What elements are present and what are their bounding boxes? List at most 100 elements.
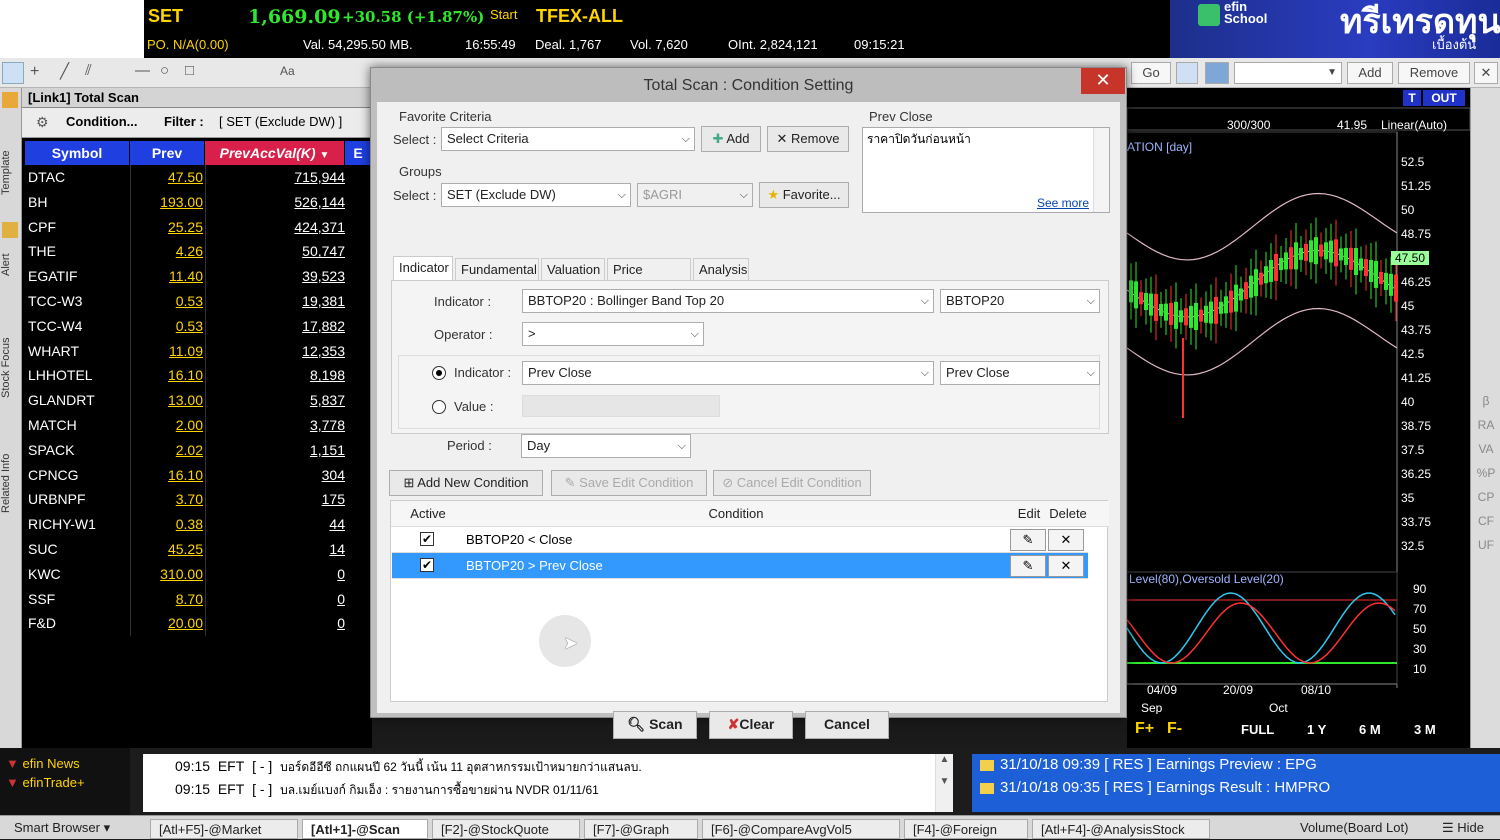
horizontal-line-tool-icon[interactable]: — — [135, 62, 150, 79]
row-prev[interactable]: 11.40 — [133, 264, 203, 288]
scan-result-row[interactable]: KWC 310.00 0 — [25, 561, 372, 587]
row-prev[interactable]: 45.25 — [133, 537, 203, 561]
folder-icon[interactable] — [2, 92, 18, 108]
row-prev[interactable]: 0.53 — [133, 314, 203, 338]
add-symbol-button[interactable]: Add — [1347, 62, 1393, 84]
condition-active-checkbox[interactable]: ✔ — [420, 558, 434, 572]
row-prev-acc-val[interactable]: 0 — [205, 587, 345, 611]
scan-result-row[interactable]: CPNCG 16.10 304 — [25, 462, 372, 488]
row-prev[interactable]: 0.53 — [133, 289, 203, 313]
row-prev-acc-val[interactable]: 3,778 — [205, 413, 345, 437]
status-tab[interactable]: [F7]-@Graph — [584, 819, 698, 839]
row-symbol[interactable]: BH — [28, 190, 47, 214]
period-select[interactable]: Day ⌵ — [521, 434, 691, 458]
symbol-combo[interactable]: ▼ — [1234, 62, 1342, 84]
row-symbol[interactable]: RICHY-W1 — [28, 512, 96, 536]
status-tab[interactable]: [Atl+1]-@Scan — [302, 819, 428, 839]
favorite-button[interactable]: ★ Favorite... — [759, 182, 849, 208]
chart-tool-icon[interactable]: %P — [1475, 466, 1497, 480]
row-prev[interactable]: 16.10 — [133, 363, 203, 387]
delete-x-icon[interactable]: ✕ — [1048, 555, 1084, 577]
news-source-efin[interactable]: ▼ efin News — [6, 756, 80, 771]
column-header-more[interactable]: E — [345, 141, 372, 165]
row-prev[interactable]: 13.00 — [133, 388, 203, 412]
status-tab[interactable]: [F6]-@CompareAvgVol5 — [702, 819, 900, 839]
indicator2-select[interactable]: Prev Close ⌵ — [522, 361, 934, 385]
edit-pencil-icon[interactable]: ✎ — [1010, 555, 1046, 577]
row-prev[interactable]: 4.26 — [133, 239, 203, 263]
column-header-prev[interactable]: Prev — [130, 141, 205, 165]
chart-tool-icon[interactable]: UF — [1475, 538, 1497, 552]
row-prev-acc-val[interactable]: 1,151 — [205, 438, 345, 462]
close-icon[interactable]: ✕ — [1474, 62, 1498, 84]
volume-board-lot-label[interactable]: Volume(Board Lot) — [1300, 820, 1408, 835]
row-symbol[interactable]: WHART — [28, 339, 79, 363]
tab-analysis[interactable]: Analysis — [693, 258, 749, 280]
operator-select[interactable]: > ⌵ — [522, 322, 704, 346]
scan-result-row[interactable]: MATCH 2.00 3,778 — [25, 413, 372, 438]
tab-indicator[interactable]: Indicator — [393, 256, 453, 280]
price-chart-panel[interactable]: T OUT 300/300 41.95 Linear(Auto) ATION [… — [1127, 88, 1470, 748]
row-prev[interactable]: 25.25 — [133, 215, 203, 239]
period-full-button[interactable]: FULL — [1241, 722, 1274, 737]
scan-result-row[interactable]: GLANDRT 13.00 5,837 — [25, 388, 372, 413]
row-prev-acc-val[interactable]: 12,353 — [205, 339, 345, 363]
scan-result-row[interactable]: BH 193.00 526,144 — [25, 189, 372, 215]
go-button[interactable]: Go — [1131, 62, 1171, 84]
clear-button[interactable]: ✘Clear — [709, 711, 793, 739]
row-prev-acc-val[interactable]: 17,882 — [205, 314, 345, 338]
chart-tool-icon[interactable]: RA — [1475, 418, 1497, 432]
scan-result-row[interactable]: CPF 25.25 424,371 — [25, 214, 372, 240]
tab-stock-focus[interactable]: Stock Focus — [0, 318, 20, 418]
scan-result-row[interactable]: LHHOTEL 16.10 8,198 — [25, 363, 372, 389]
row-prev-acc-val[interactable]: 44 — [205, 512, 345, 536]
scan-result-row[interactable]: SPACK 2.02 1,151 — [25, 437, 372, 463]
scan-result-row[interactable]: RICHY-W1 0.38 44 — [25, 512, 372, 537]
row-symbol[interactable]: SUC — [28, 537, 58, 561]
scan-result-row[interactable]: THE 4.26 50,747 — [25, 239, 372, 265]
scan-result-row[interactable]: SUC 45.25 14 — [25, 537, 372, 562]
scan-result-row[interactable]: TCC-W3 0.53 19,381 — [25, 289, 372, 314]
row-prev[interactable]: 3.70 — [133, 487, 203, 511]
scan-result-row[interactable]: DTAC 47.50 715,944 — [25, 165, 372, 190]
indicator-select[interactable]: BBTOP20 : Bollinger Band Top 20 ⌵ — [522, 289, 934, 313]
tab-template[interactable]: Template — [0, 128, 20, 218]
chart-out-button[interactable]: OUT — [1423, 90, 1465, 106]
period-6m-button[interactable]: 6 M — [1359, 722, 1381, 737]
edit-pencil-icon[interactable]: ✎ — [1010, 529, 1046, 551]
row-symbol[interactable]: DTAC — [28, 165, 65, 189]
group-select[interactable]: SET (Exclude DW) ⌵ — [441, 183, 631, 207]
research-news-item[interactable]: 31/10/18 09:39 [ RES ] Earnings Preview … — [1000, 756, 1317, 773]
news-headline[interactable]: 09:15 EFT [ - ] บล.เมย์แบงก์ กิมเอ็ง : ร… — [175, 781, 599, 800]
row-symbol[interactable]: KWC — [28, 562, 61, 586]
news-source-efintrade[interactable]: ▼ efinTrade+ — [6, 775, 85, 790]
condition-row[interactable]: ✔ BBTOP20 < Close ✎ ✕ — [392, 527, 1088, 553]
news-headline[interactable]: 09:15 EFT [ - ] บอร์ดอีอีซี ถกแผนปี 62 ว… — [175, 758, 642, 777]
row-prev[interactable]: 193.00 — [133, 190, 203, 214]
condition-row-selected[interactable]: ✔ BBTOP20 > Prev Close ✎ ✕ — [392, 553, 1088, 579]
window-icon[interactable] — [1205, 62, 1229, 84]
condition-active-checkbox[interactable]: ✔ — [420, 532, 434, 546]
scan-result-row[interactable]: F&D 20.00 0 — [25, 611, 372, 637]
cancel-button[interactable]: Cancel — [805, 711, 889, 739]
row-prev-acc-val[interactable]: 0 — [205, 611, 345, 635]
delete-x-icon[interactable]: ✕ — [1048, 529, 1084, 551]
chart-tool-icon[interactable]: VA — [1475, 442, 1497, 456]
zoom-in-icon[interactable]: F+ — [1135, 720, 1154, 738]
row-symbol[interactable]: URBNPF — [28, 487, 86, 511]
tab-price-pattern[interactable]: Price Pattern — [607, 258, 691, 299]
chart-t-button[interactable]: T — [1403, 90, 1421, 106]
row-prev[interactable]: 16.10 — [133, 463, 203, 487]
scan-result-row[interactable]: EGATIF 11.40 39,523 — [25, 264, 372, 289]
row-prev[interactable]: 0.38 — [133, 512, 203, 536]
row-prev-acc-val[interactable]: 19,381 — [205, 289, 345, 313]
dialog-close-button[interactable]: ✕ — [1081, 68, 1125, 94]
remove-symbol-button[interactable]: Remove — [1398, 62, 1470, 84]
indicator-short-select[interactable]: BBTOP20 ⌵ — [940, 289, 1100, 313]
tab-fundamental[interactable]: Fundamental — [455, 258, 539, 280]
row-prev-acc-val[interactable]: 175 — [205, 487, 345, 511]
news-scrollbar[interactable]: ▲ ▼ — [935, 754, 953, 812]
scan-button[interactable]: 🔍︎ Scan — [613, 711, 697, 739]
row-prev-acc-val[interactable]: 50,747 — [205, 239, 345, 263]
row-prev-acc-val[interactable]: 5,837 — [205, 388, 345, 412]
